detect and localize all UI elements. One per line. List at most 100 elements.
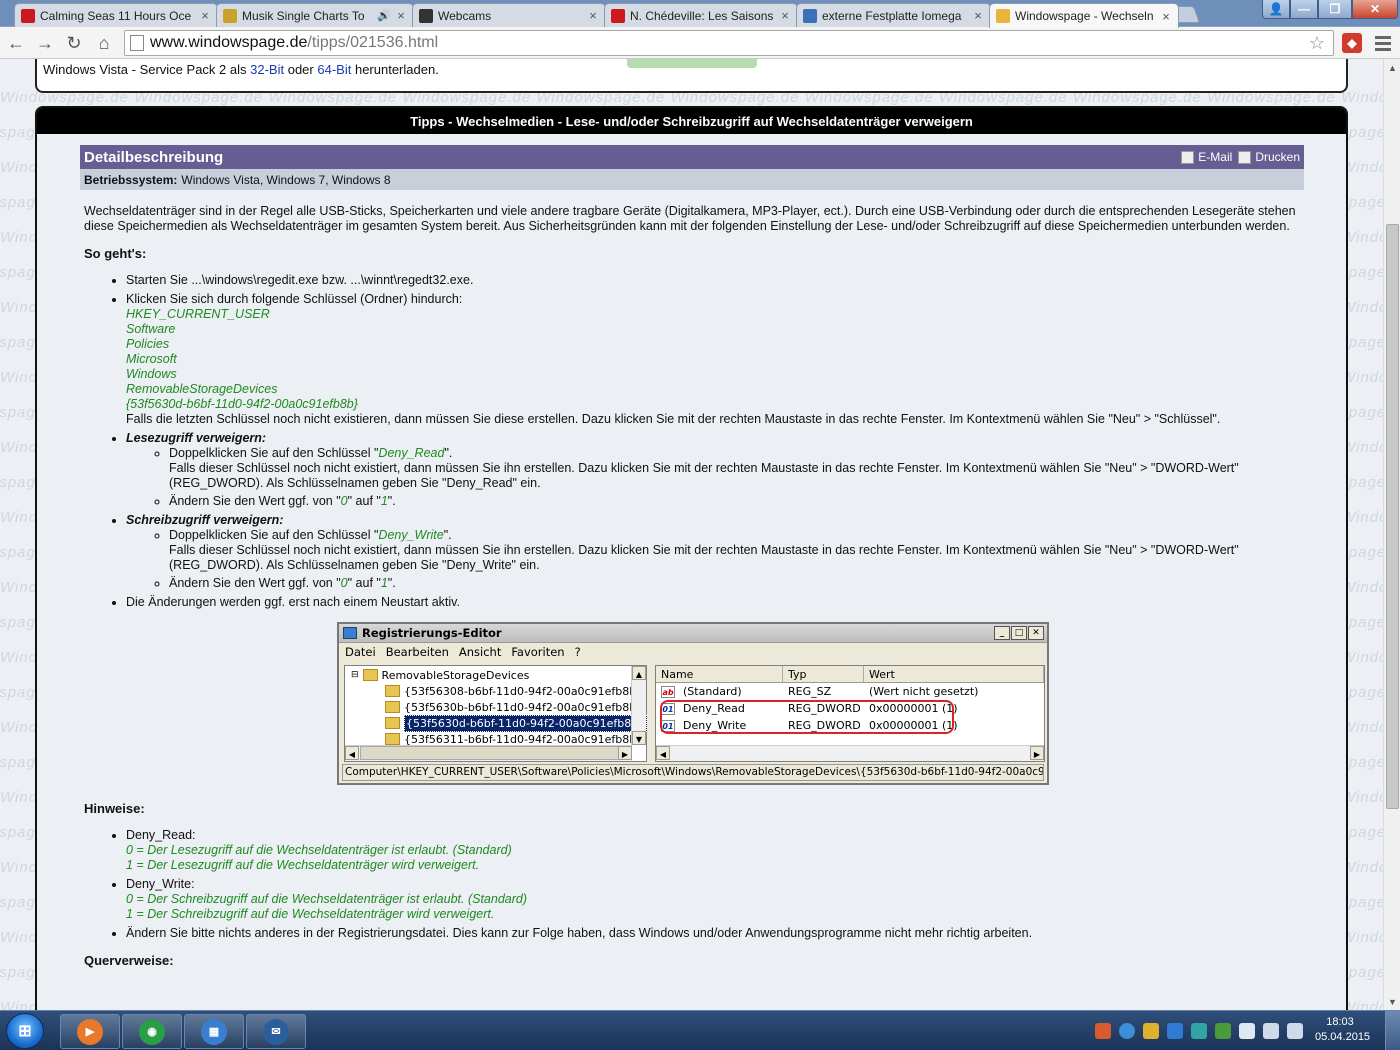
registry-key-0: HKEY_CURRENT_USER xyxy=(126,307,270,321)
minimize-button[interactable]: — xyxy=(1290,0,1318,19)
hint-deny-write: Deny_Write: 0 = Der Schreibzugriff auf d… xyxy=(126,877,1300,922)
extension-icon[interactable]: ◆ xyxy=(1342,33,1362,53)
chrome-menu-button[interactable] xyxy=(1375,32,1391,54)
os-bar: Betriebssystem: Windows Vista, Windows 7… xyxy=(80,169,1304,190)
taskbar-app-media[interactable]: ▶ xyxy=(60,1014,120,1049)
regedit-close-icon: ✕ xyxy=(1028,626,1044,640)
tab-5[interactable]: Windowspage - Wechseln × xyxy=(989,3,1179,28)
values-column-2: Wert xyxy=(864,666,1044,682)
change-from-2: 0 xyxy=(340,576,348,590)
tab-1[interactable]: Musik Single Charts To 🔊 × xyxy=(216,3,414,27)
tree-root-row: ⊟ RemovableStorageDevices xyxy=(351,667,529,683)
scroll-down-icon[interactable]: ▼ xyxy=(1384,993,1400,1010)
green-button[interactable] xyxy=(627,59,757,68)
email-link[interactable]: E-Mail xyxy=(1181,150,1232,165)
registry-key-path: HKEY_CURRENT_USER Software Policies Microso… xyxy=(126,307,1300,412)
regedit-menubar: Datei Bearbeiten Ansicht Favoriten? xyxy=(339,643,1047,662)
home-button[interactable]: ⌂ xyxy=(92,32,116,54)
tab-title: Windowspage - Wechseln xyxy=(1015,9,1154,23)
values-scroll-left-icon: ◀ xyxy=(656,746,670,760)
regedit-statusbar: Computer\HKEY_CURRENT_USER\Software\Poli… xyxy=(342,764,1044,781)
page-icon xyxy=(130,35,144,51)
registry-key-3: Microsoft xyxy=(126,352,177,366)
tree-item: {53f56308-b6bf-11d0-94f2-00a0c91efb8b} xyxy=(385,683,643,699)
value-name: ab (Standard) xyxy=(656,684,783,699)
tray-update-icon[interactable] xyxy=(1167,1023,1183,1039)
change-from: 0 xyxy=(340,494,348,508)
print-link[interactable]: Drucken xyxy=(1238,150,1300,165)
tab-close-icon[interactable]: × xyxy=(199,8,211,23)
bookmark-star-icon[interactable]: ☆ xyxy=(1309,33,1325,54)
scroll-up-icon[interactable]: ▲ xyxy=(1384,59,1400,76)
link-32bit[interactable]: 32-Bit xyxy=(250,62,284,77)
tip-content: Wechseldatenträger sind in der Regel all… xyxy=(80,190,1304,968)
step-restart: Die Änderungen werden ggf. erst nach ein… xyxy=(126,595,1300,610)
forward-button[interactable]: → xyxy=(33,32,57,54)
write-key: Deny_Write xyxy=(378,528,444,542)
regedit-menu-4: ? xyxy=(574,645,581,659)
tray-flag-icon[interactable] xyxy=(1239,1023,1255,1039)
registry-editor-image: Registrierungs-Editor _ □ ✕ Datei Bearbeite… xyxy=(337,622,1049,785)
hints-list: Deny_Read: 0 = Der Lesezugriff auf die W… xyxy=(126,828,1300,941)
steps-list: Starten Sie ...\windows\regedit.exe bzw.… xyxy=(126,273,1300,610)
tab-3[interactable]: N. Chédeville: Les Saisons × xyxy=(604,3,798,27)
link-64bit[interactable]: 64-Bit xyxy=(317,62,351,77)
back-button[interactable]: ← xyxy=(4,32,28,54)
tab-close-icon[interactable]: × xyxy=(587,8,599,23)
page-scrollbar[interactable]: ▲ ▼ xyxy=(1383,59,1400,1010)
youtube-icon xyxy=(611,8,625,23)
taskbar-app-chrome-icon: ◉ xyxy=(139,1018,165,1045)
taskbar-clock[interactable]: 18:03 05.04.2015 xyxy=(1315,1015,1370,1045)
tab-2[interactable]: Webcams × xyxy=(412,3,606,27)
back-arrow-icon: ← xyxy=(7,32,25,53)
taskbar-app-regedit[interactable]: ▦ xyxy=(184,1014,244,1049)
youtube-icon xyxy=(21,8,35,23)
detail-title: Detailbeschreibung xyxy=(84,148,224,166)
regedit-tree: ⊟ RemovableStorageDevices {53f56308-b6bf… xyxy=(344,665,648,762)
write-post: ". xyxy=(443,528,452,542)
registry-key-4: Windows xyxy=(126,367,177,381)
tray-globe-icon[interactable] xyxy=(1119,1023,1135,1039)
tree-item-label: {53f5630d-b6bf-11d0-94f2-00a0c91efb8b} xyxy=(404,714,648,732)
restore-button[interactable]: ❐ xyxy=(1318,0,1352,19)
change-post-2: ". xyxy=(387,576,396,590)
url-domain: www.windowspage.de xyxy=(150,34,308,51)
tab-title: Calming Seas 11 Hours Oce xyxy=(40,8,192,23)
tree-hscrollbar: ◀ ▶ xyxy=(345,745,632,761)
forward-arrow-icon: → xyxy=(36,32,54,53)
tab-close-icon[interactable]: × xyxy=(779,8,791,23)
detail-section: Detailbeschreibung E-Mail Drucken Betrie… xyxy=(80,145,1304,1010)
read-key: Deny_Read xyxy=(378,446,445,460)
taskbar-app-mail[interactable]: ✉ xyxy=(246,1014,306,1049)
tab-4[interactable]: externe Festplatte Iomega × xyxy=(796,3,991,27)
taskbar-app-chrome[interactable]: ◉ xyxy=(122,1014,182,1049)
tree-vscrollbar: ▲ ▼ xyxy=(631,666,646,745)
address-bar[interactable]: www.windowspage.de/tipps/021536.html ☆ xyxy=(124,30,1334,56)
tree-scroll-up-icon: ▲ xyxy=(632,666,646,680)
folder-icon xyxy=(385,701,400,713)
tab-close-icon[interactable]: × xyxy=(1160,9,1172,24)
tray-network-icon[interactable] xyxy=(1191,1023,1207,1039)
tab-close-icon[interactable]: × xyxy=(972,8,984,23)
tray-volume-icon[interactable] xyxy=(1287,1023,1303,1039)
tray-people-icon[interactable] xyxy=(1143,1023,1159,1039)
start-button[interactable]: ⊞ xyxy=(6,1013,44,1049)
folder-icon xyxy=(385,733,400,745)
tray-monitor-icon[interactable] xyxy=(1263,1023,1279,1039)
sp-text-mid: oder xyxy=(287,62,314,77)
show-desktop-button[interactable] xyxy=(1385,1011,1400,1050)
scroll-thumb[interactable] xyxy=(1386,224,1399,809)
tray-alert-icon[interactable] xyxy=(1095,1023,1111,1039)
hint2-line1: 1 = Der Schreibzugriff auf die Wechselda… xyxy=(126,907,495,921)
step-last-text: Die Änderungen werden ggf. erst nach ein… xyxy=(126,595,460,609)
email-icon xyxy=(1181,151,1195,165)
tab-strip: Calming Seas 11 Hours Oce × Musik Single C… xyxy=(0,0,1400,28)
detail-header: Detailbeschreibung E-Mail Drucken xyxy=(80,145,1304,169)
tray-check-icon[interactable] xyxy=(1215,1023,1231,1039)
tab-0[interactable]: Calming Seas 11 Hours Oce × xyxy=(14,3,218,27)
close-window-button[interactable]: ✕ xyxy=(1352,0,1398,19)
minimize-user-icon[interactable]: 👤 xyxy=(1262,0,1290,19)
tree-item: {53f5630b-b6bf-11d0-94f2-00a0c91efb8b} xyxy=(385,699,643,715)
tab-close-icon[interactable]: × xyxy=(395,8,407,23)
reload-button[interactable]: ↻ xyxy=(62,32,86,54)
